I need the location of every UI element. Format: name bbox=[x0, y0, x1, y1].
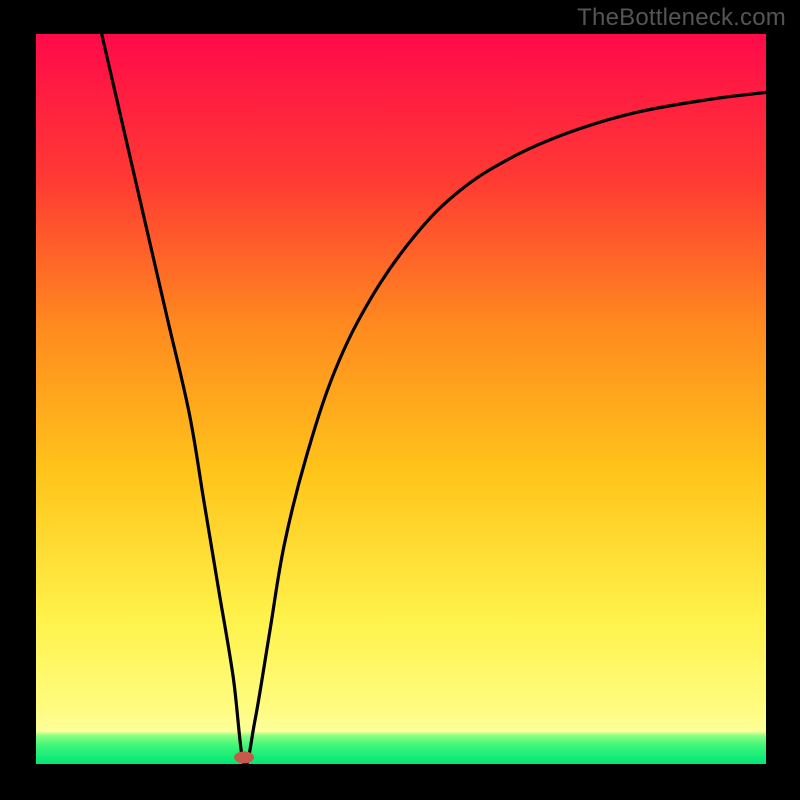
curve-svg bbox=[36, 34, 766, 764]
minimum-marker bbox=[234, 751, 254, 763]
watermark-text: TheBottleneck.com bbox=[577, 4, 786, 32]
plot-area bbox=[36, 34, 766, 764]
curve-line bbox=[102, 34, 766, 764]
chart-frame: TheBottleneck.com bbox=[0, 0, 800, 800]
